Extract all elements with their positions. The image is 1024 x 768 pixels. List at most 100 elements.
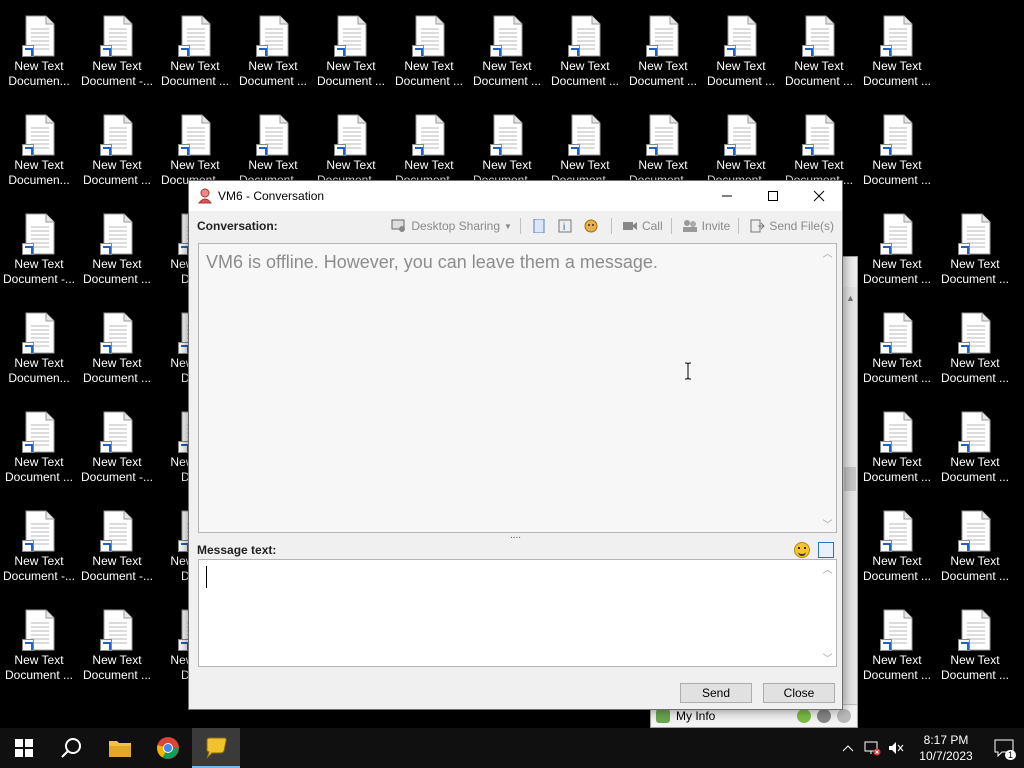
contact-list-scroll-thumb[interactable]	[844, 467, 856, 491]
desktop-icon-text-document[interactable]: New TextDocument ...	[469, 7, 545, 99]
font-format-icon[interactable]	[818, 542, 834, 558]
desktop-icon-text-document[interactable]: New TextDocument ...	[937, 403, 1013, 495]
message-scrollbar[interactable]: ︿ ﹀	[819, 560, 836, 666]
desktop-icon-label-line2: Document ...	[706, 74, 776, 88]
my-info-label[interactable]: My Info	[676, 709, 776, 723]
desktop-icon-text-document[interactable]: New TextDocument ...	[859, 502, 935, 594]
desktop-icon-text-document[interactable]: New Text Documen...	[1, 106, 77, 198]
clock[interactable]: 8:17 PM 10/7/2023	[908, 732, 984, 764]
desktop-icon-text-document[interactable]: New TextDocument ...	[937, 502, 1013, 594]
desktop-icon-text-document[interactable]: New Text Document -...	[1, 205, 77, 297]
close-button[interactable]: Close	[763, 683, 835, 703]
text-document-icon	[100, 15, 134, 57]
desktop-icon-text-document[interactable]: New TextDocument ...	[937, 304, 1013, 396]
contact-info-button[interactable]: i	[557, 219, 577, 233]
desktop-icon-text-document[interactable]: New Text Documen...	[1, 7, 77, 99]
desktop-icon-label-line1: New Text	[950, 554, 1000, 568]
desktop-icon-label-line1: New Text	[872, 158, 922, 172]
desktop-icon-label-line2: Document ...	[238, 74, 308, 88]
desktop-icon-text-document[interactable]: New TextDocument ...	[79, 106, 155, 198]
desktop-icon-label-line1: New Text	[92, 554, 142, 568]
scroll-up-icon[interactable]: ︿	[819, 244, 836, 261]
emoticon-icon[interactable]	[794, 542, 810, 558]
desktop-icon-text-document[interactable]: New TextDocument ...	[937, 205, 1013, 297]
games-button[interactable]	[583, 219, 603, 233]
text-document-icon	[880, 312, 914, 354]
send-button[interactable]: Send	[680, 683, 752, 703]
scroll-down-icon[interactable]: ﹀	[819, 649, 836, 666]
text-document-icon	[100, 510, 134, 552]
shortcut-arrow-icon	[22, 540, 34, 552]
away-status-icon[interactable]	[817, 709, 831, 723]
title-bar[interactable]: VM6 - Conversation	[189, 181, 842, 211]
desktop-icon-text-document[interactable]: New TextDocument ...	[859, 601, 935, 693]
desktop-icon-text-document[interactable]: New Text Document -...	[1, 502, 77, 594]
desktop-icon-text-document[interactable]: New Text Document -...	[79, 403, 155, 495]
scroll-up-icon[interactable]: ︿	[819, 560, 836, 577]
desktop-icon-text-document[interactable]: New TextDocument ...	[859, 403, 935, 495]
scroll-down-icon[interactable]: ﹀	[819, 515, 836, 532]
desktop-icon-text-document[interactable]: New TextDocument ...	[859, 106, 935, 198]
desktop-icon-text-document[interactable]: New TextDocument ...	[1, 403, 77, 495]
online-status-icon[interactable]	[797, 709, 811, 723]
desktop-icon-text-document[interactable]: New TextDocument ...	[937, 601, 1013, 693]
contact-list-scrollbar[interactable]: ▲	[843, 287, 857, 707]
desktop-icon-text-document[interactable]: New TextDocument ...	[1, 601, 77, 693]
start-button[interactable]	[0, 728, 48, 768]
network-button[interactable]	[860, 728, 884, 768]
desktop-icon-label-line2: Document ...	[82, 272, 152, 286]
desktop-icon-text-document[interactable]: New TextDocument ...	[625, 7, 701, 99]
text-document-icon	[958, 609, 992, 651]
conversation-history[interactable]: VM6 is offline. However, you can leave t…	[198, 243, 837, 533]
desktop-icon-text-document[interactable]: New Text Document -...	[79, 502, 155, 594]
desktop-icon-text-document[interactable]: New TextDocument ...	[859, 7, 935, 99]
search-button[interactable]	[48, 728, 96, 768]
volume-button[interactable]	[884, 728, 908, 768]
desktop-icon-label-line1: New Text	[248, 158, 298, 172]
desktop-icon-text-document[interactable]: New TextDocument ...	[781, 7, 857, 99]
invite-button[interactable]: Invite	[682, 219, 730, 233]
desktop-icon-text-document[interactable]: New TextDocument ...	[703, 7, 779, 99]
messenger-taskbar-button[interactable]	[192, 728, 240, 768]
offline-status-icon[interactable]	[837, 709, 851, 723]
notification-center-button[interactable]: 1	[984, 728, 1024, 768]
shortcut-arrow-icon	[334, 144, 346, 156]
desktop-icon-text-document[interactable]: New TextDocument ...	[859, 304, 935, 396]
maximize-button[interactable]	[750, 181, 796, 211]
call-button[interactable]: Call	[622, 219, 663, 233]
scroll-up-icon[interactable]: ▲	[846, 293, 855, 303]
chrome-button[interactable]	[144, 728, 192, 768]
text-document-icon	[22, 609, 56, 651]
desktop-icon-label-line2: Document ...	[862, 173, 932, 187]
notes-button[interactable]	[531, 219, 551, 233]
chevron-down-icon[interactable]: ▼	[504, 222, 512, 231]
file-explorer-button[interactable]	[96, 728, 144, 768]
send-files-button[interactable]: Send File(s)	[749, 219, 834, 233]
show-hidden-icons-button[interactable]	[836, 728, 860, 768]
shortcut-arrow-icon	[568, 45, 580, 57]
desktop-icon-label-line1: New Text	[14, 356, 64, 370]
desktop-icon-text-document[interactable]: New Text Documen...	[1, 304, 77, 396]
desktop-icon-text-document[interactable]: New TextDocument ...	[157, 7, 233, 99]
desktop-icon-text-document[interactable]: New TextDocument ...	[859, 205, 935, 297]
desktop-icon-label-line1: New Text	[170, 158, 220, 172]
info-icon: i	[558, 219, 572, 233]
desktop-icon-text-document[interactable]: New TextDocument ...	[79, 205, 155, 297]
shortcut-arrow-icon	[958, 540, 970, 552]
desktop-icon-text-document[interactable]: New TextDocument ...	[391, 7, 467, 99]
text-document-icon	[100, 609, 134, 651]
desktop-icon-text-document[interactable]: New TextDocument ...	[235, 7, 311, 99]
shortcut-arrow-icon	[100, 441, 112, 453]
desktop-sharing-button[interactable]: Desktop Sharing ▼	[391, 219, 512, 233]
desktop-icon-text-document[interactable]: New TextDocument ...	[313, 7, 389, 99]
conversation-scrollbar[interactable]: ︿ ﹀	[819, 244, 836, 532]
desktop-icon-text-document[interactable]: New TextDocument ...	[79, 304, 155, 396]
message-input[interactable]: ︿ ﹀	[198, 559, 837, 667]
desktop-icon-text-document[interactable]: New Text Document -...	[79, 7, 155, 99]
shortcut-arrow-icon	[100, 342, 112, 354]
minimize-button[interactable]	[704, 181, 750, 211]
close-window-button[interactable]	[796, 181, 842, 211]
desktop-icon-text-document[interactable]: New TextDocument ...	[547, 7, 623, 99]
desktop-icon-text-document[interactable]: New TextDocument ...	[79, 601, 155, 693]
video-camera-icon	[622, 222, 637, 230]
